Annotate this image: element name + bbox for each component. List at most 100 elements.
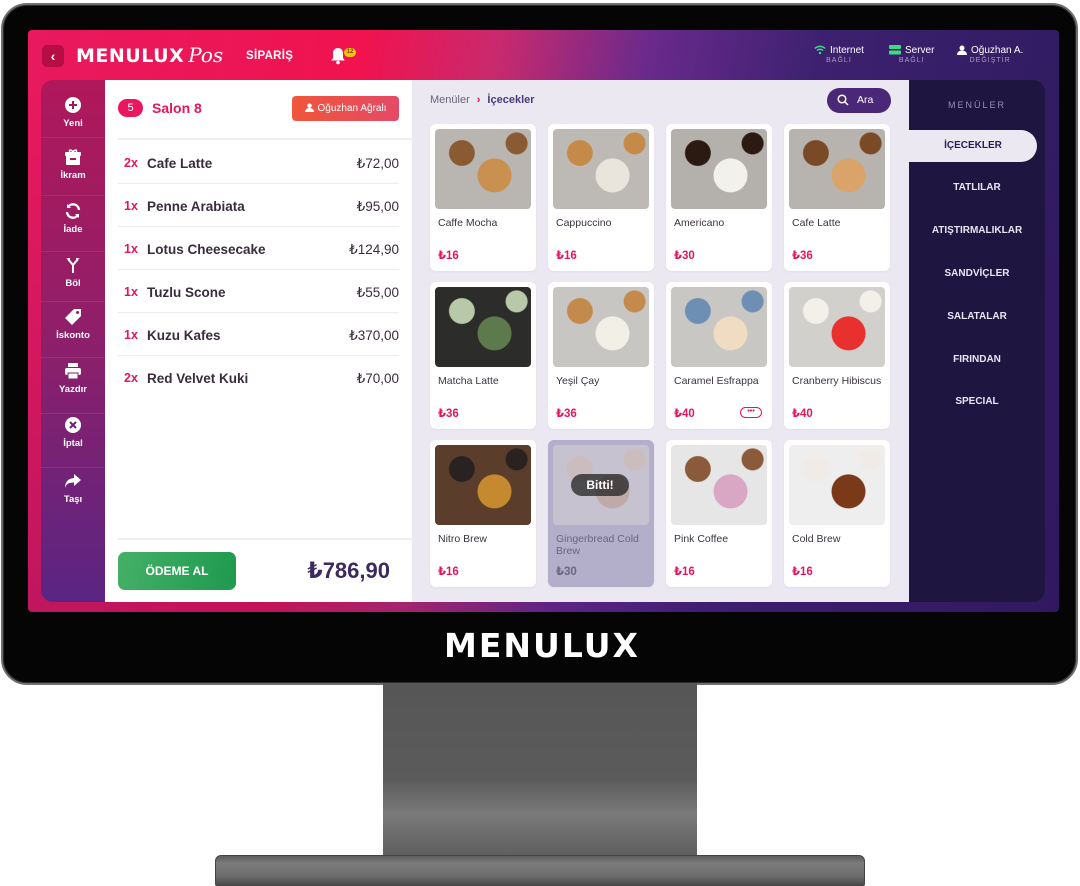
order-line[interactable]: 1x Penne Arabiata ₺95,00 [118,184,399,227]
product-price: ₺16 [674,566,695,578]
internet-status: Internet BAĞLI [814,45,864,64]
table-number-badge: 5 [118,99,143,117]
user-switch[interactable]: Oğuzhan A. DEĞİŞTİR [957,45,1023,64]
action-rail: Yeni İkram İade Böl İskonto Yazdır İptal… [41,80,105,602]
product-card[interactable]: Americano ₺30 [666,124,772,271]
rail-cancel-button[interactable]: İptal [41,416,105,468]
chevron-left-icon: ‹ [50,48,56,64]
category-atistirmaliklar[interactable]: ATIŞTIRMALIKLAR [909,225,1045,236]
product-name: Matcha Latte [438,375,499,387]
cafe-latte-photo [789,129,885,209]
product-name: Caramel Esfrappa [674,375,759,387]
nitro-brew-photo [435,445,531,525]
monitor-stand [383,683,697,858]
plus-circle-icon [65,97,81,113]
product-card[interactable]: Yeşil Çay ₺36 [548,282,654,429]
product-card[interactable]: Cranberry Hibiscus ₺40 [784,282,890,429]
rail-split-button[interactable]: Böl [41,256,105,302]
rail-new-button[interactable]: Yeni [41,96,105,138]
cold-brew-photo [789,445,885,525]
product-card[interactable]: Pink Coffee ₺16 [666,440,772,587]
product-price: ₺16 [792,566,813,578]
order-total: ₺786,90 [307,558,390,583]
order-line[interactable]: 1x Kuzu Kafes ₺370,00 [118,313,399,356]
category-special[interactable]: SPECIAL [909,396,1045,407]
product-name: Cranberry Hibiscus [792,375,882,387]
product-card[interactable]: Caffe Mocha ₺16 [430,124,536,271]
product-price: ₺16 [438,566,459,578]
product-price: ₺16 [556,250,577,262]
breadcrumb: Menüler › İçecekler [430,94,535,106]
product-price: ₺40 [674,408,695,420]
product-name: Cappuccino [556,217,612,229]
breadcrumb-current: İçecekler [487,94,535,106]
order-panel: 5 Salon 8 Oğuzhan Ağralı 2x Cafe Latte ₺… [105,80,412,602]
product-name: Americano [674,217,725,229]
monitor-base [215,855,865,886]
gift-icon [65,149,81,165]
back-button[interactable]: ‹ [42,45,64,67]
order-line[interactable]: 1x Lotus Cheesecake ₺124,90 [118,227,399,270]
category-title: MENÜLER [947,100,1006,110]
table-name[interactable]: Salon 8 [152,100,202,116]
product-name: Gingerbread Cold Brew [556,533,639,557]
product-card[interactable]: Cafe Latte ₺36 [784,124,890,271]
product-card[interactable]: Bitti! Gingerbread Cold Brew ₺30 [548,440,654,587]
product-name: Caffe Mocha [438,217,498,229]
product-price: ₺40 [792,408,813,420]
rail-print-button[interactable]: Yazdır [41,362,105,414]
category-sidebar: MENÜLER İÇECEKLER TATLILAR ATIŞTIRMALIKL… [909,80,1045,602]
order-line[interactable]: 2x Cafe Latte ₺72,00 [118,141,399,184]
product-card[interactable]: Cold Brew ₺16 [784,440,890,587]
product-price: ₺36 [438,408,459,420]
product-name: Pink Coffee [674,533,729,545]
order-line[interactable]: 2x Red Velvet Kuki ₺70,00 [118,356,399,399]
waiter-button[interactable]: Oğuzhan Ağralı [292,96,399,121]
product-price: ₺30 [556,566,577,578]
category-tatlilar[interactable]: TATLILAR [909,182,1045,193]
rail-treat-button[interactable]: İkram [41,148,105,196]
nav-siparis[interactable]: SİPARİŞ [246,50,293,62]
order-line[interactable]: 1x Tuzlu Scone ₺55,00 [118,270,399,313]
app-logo: MENULUX Pos [76,43,224,67]
rail-refund-button[interactable]: İade [41,202,105,252]
server-status: Server BAĞLI [889,45,934,64]
user-icon [304,103,314,112]
product-card[interactable]: Nitro Brew ₺16 [430,440,536,587]
product-card[interactable]: Caramel Esfrappa ₺40 ••• [666,282,772,429]
product-area: Menüler › İçecekler Ara Caffe Mocha ₺16 Capp… [412,80,909,602]
product-name: Yeşil Çay [556,375,600,387]
product-price: ₺30 [674,250,695,262]
tag-icon [65,309,81,325]
sold-out-badge: Bitti! [571,474,629,496]
more-options-icon[interactable]: ••• [740,407,762,418]
breadcrumb-root[interactable]: Menüler [430,94,470,106]
green-tea-photo [553,287,649,367]
americano-photo [671,129,767,209]
search-button[interactable]: Ara [827,88,891,113]
wifi-icon [814,45,826,55]
caramel-esfrappa-photo [671,287,767,367]
cranberry-hibiscus-photo [789,287,885,367]
product-name: Cold Brew [792,533,841,545]
share-arrow-icon [65,474,81,488]
matcha-latte-photo [435,287,531,367]
user-icon [957,45,967,55]
product-card[interactable]: Cappuccino ₺16 [548,124,654,271]
category-icecekler[interactable]: İÇECEKLER [909,130,1037,162]
category-salatalar[interactable]: SALATALAR [909,311,1045,322]
product-price: ₺36 [792,250,813,262]
product-card[interactable]: Matcha Latte ₺36 [430,282,536,429]
category-firindan[interactable]: FIRINDAN [909,354,1045,365]
split-icon [66,258,80,273]
pos-screen: ‹ MENULUXPos SİPARİŞ 12 Internet BAĞLI [28,30,1059,612]
rail-discount-button[interactable]: İskonto [41,308,105,358]
pay-button[interactable]: ÖDEME AL [118,552,236,590]
printer-icon [65,363,81,380]
cappuccino-photo [553,129,649,209]
rail-move-button[interactable]: Taşı [41,472,105,522]
cancel-icon [65,417,81,433]
category-sandvicler[interactable]: SANDVİÇLER [909,268,1045,279]
caffe-mocha-photo [435,129,531,209]
notification-badge: 12 [344,48,356,57]
